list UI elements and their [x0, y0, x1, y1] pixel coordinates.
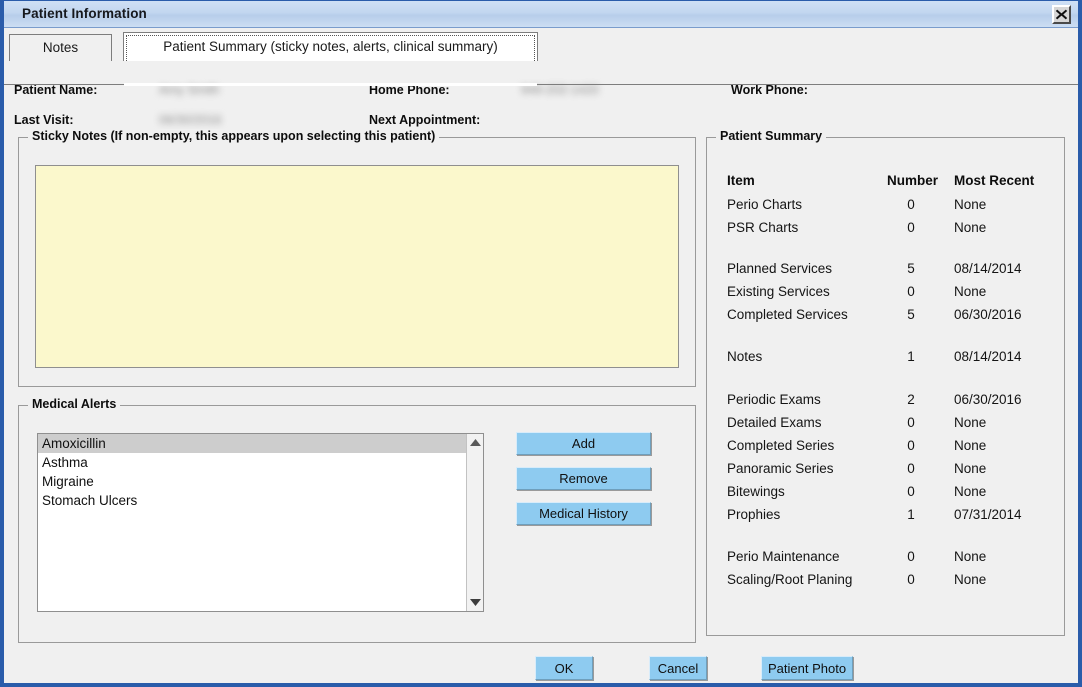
row-item: Perio Charts [727, 197, 803, 212]
tab-active-underlap [124, 83, 537, 86]
list-item[interactable]: Amoxicillin [38, 434, 483, 453]
row-number: 1 [907, 507, 915, 522]
row-item: Notes [727, 349, 763, 364]
row-number: 5 [907, 307, 915, 322]
patient-photo-button[interactable]: Patient Photo [761, 656, 853, 680]
medical-alerts-scrollbar[interactable] [466, 434, 483, 611]
list-item[interactable]: Migraine [38, 472, 483, 491]
next-appointment-label: Next Appointment: [369, 113, 481, 127]
column-header-number: Number [887, 173, 939, 188]
tab-strip: Notes Patient Summary (sticky notes, ale… [4, 29, 1078, 86]
tab-notes-label: Notes [42, 40, 79, 55]
remove-alert-button[interactable]: Remove [516, 467, 651, 490]
row-item: Perio Maintenance [727, 549, 840, 564]
column-header-most-recent: Most Recent [954, 173, 1035, 188]
row-item: Prophies [727, 507, 781, 522]
row-most-recent: None [954, 572, 987, 587]
row-number: 1 [907, 349, 915, 364]
row-most-recent: None [954, 461, 987, 476]
scroll-down-arrow-icon[interactable] [467, 594, 483, 611]
row-number: 0 [907, 549, 915, 564]
row-most-recent: None [954, 284, 987, 299]
row-most-recent: None [954, 549, 987, 564]
row-item: Completed Series [727, 438, 835, 453]
sticky-notes-input[interactable] [35, 165, 679, 368]
row-most-recent: None [954, 220, 987, 235]
patient-summary-group-title: Patient Summary [716, 129, 827, 143]
tab-patient-summary-label: Patient Summary (sticky notes, alerts, c… [163, 39, 498, 54]
row-item: Existing Services [727, 284, 830, 299]
ok-button[interactable]: OK [535, 656, 593, 680]
window-title: Patient Information [22, 6, 147, 21]
tab-patient-summary[interactable]: Patient Summary (sticky notes, alerts, c… [123, 32, 538, 61]
row-number: 0 [907, 284, 915, 299]
row-most-recent: 06/30/2016 [954, 307, 1022, 322]
cancel-button[interactable]: Cancel [649, 656, 707, 680]
row-most-recent: 06/30/2016 [954, 392, 1022, 407]
row-most-recent: 07/31/2014 [954, 507, 1022, 522]
row-number: 0 [907, 220, 915, 235]
row-item: Detailed Exams [727, 415, 822, 430]
title-bar: Patient Information [4, 1, 1078, 28]
row-most-recent: None [954, 438, 987, 453]
row-number: 0 [907, 197, 915, 212]
last-visit-label: Last Visit: [14, 113, 74, 127]
close-icon[interactable] [1052, 5, 1071, 24]
row-item: Scaling/Root Planing [727, 572, 853, 587]
row-most-recent: 08/14/2014 [954, 349, 1022, 364]
patient-information-dialog: Patient Information Notes Patient Summar… [0, 0, 1082, 687]
row-most-recent: None [954, 484, 987, 499]
row-number: 0 [907, 484, 915, 499]
row-number: 5 [907, 261, 915, 276]
row-number: 0 [907, 572, 915, 587]
list-item[interactable]: Asthma [38, 453, 483, 472]
row-number: 2 [907, 392, 915, 407]
last-visit-value: 06/30/2016 [159, 113, 222, 127]
column-header-item: Item [727, 173, 755, 188]
row-most-recent: None [954, 415, 987, 430]
row-number: 0 [907, 438, 915, 453]
row-item: Periodic Exams [727, 392, 821, 407]
row-most-recent: 08/14/2014 [954, 261, 1022, 276]
row-most-recent: None [954, 197, 987, 212]
work-phone-label: Work Phone: [731, 83, 808, 97]
row-item: Panoramic Series [727, 461, 834, 476]
medical-history-button[interactable]: Medical History [516, 502, 651, 525]
row-item: Completed Services [727, 307, 848, 322]
row-number: 0 [907, 415, 915, 430]
row-item: Planned Services [727, 261, 833, 276]
row-item: Bitewings [727, 484, 785, 499]
tab-notes[interactable]: Notes [9, 34, 112, 61]
scroll-up-arrow-icon[interactable] [467, 434, 483, 451]
add-alert-button[interactable]: Add [516, 432, 651, 455]
medical-alerts-list[interactable]: Amoxicillin Asthma Migraine Stomach Ulce… [37, 433, 484, 612]
row-item: PSR Charts [727, 220, 799, 235]
row-number: 0 [907, 461, 915, 476]
list-item[interactable]: Stomach Ulcers [38, 491, 483, 510]
sticky-notes-group-title: Sticky Notes (If non-empty, this appears… [28, 129, 440, 143]
medical-alerts-group-title: Medical Alerts [28, 397, 121, 411]
patient-name-label: Patient Name: [14, 83, 98, 97]
